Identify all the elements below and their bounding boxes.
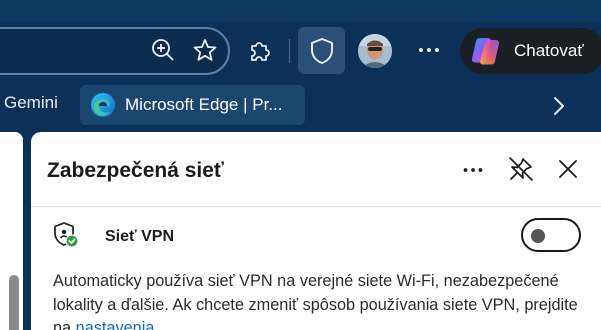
settings-link[interactable]: nastavenia — [76, 319, 155, 330]
panel-divider — [31, 206, 601, 207]
toolbar-separator — [289, 39, 290, 63]
zoom-in-icon[interactable] — [148, 35, 178, 65]
puzzle-icon[interactable] — [245, 35, 275, 65]
copilot-icon — [471, 37, 500, 65]
copilot-chat-button[interactable]: Chatovať — [460, 28, 601, 74]
chevron-right-icon[interactable] — [546, 94, 570, 118]
more-icon[interactable] — [459, 156, 487, 184]
toggle-knob — [531, 229, 545, 243]
shield-icon[interactable] — [298, 27, 345, 74]
page-content-area — [0, 132, 23, 330]
panel-title: Zabezpečená sieť — [47, 159, 224, 182]
favorite-gemini[interactable]: Gemini — [4, 93, 58, 113]
secure-network-panel: Zabezpečená sieť Sieť VPN Automaticky po… — [31, 132, 601, 330]
unpin-icon[interactable] — [506, 154, 536, 184]
chat-button-label: Chatovať — [514, 41, 584, 60]
shield-check-icon — [54, 222, 79, 248]
browser-toolbar: Chatovať — [0, 22, 601, 82]
edge-icon — [91, 93, 115, 117]
page-scrollbar[interactable] — [9, 275, 19, 330]
favorite-edge-label: Microsoft Edge | Pr... — [125, 95, 283, 114]
vpn-description-end: . — [154, 319, 159, 330]
vpn-toggle-label: Sieť VPN — [105, 228, 175, 245]
vpn-description: Automaticky používa sieť VPN na verejné … — [53, 270, 583, 330]
favorite-microsoft-edge[interactable]: Microsoft Edge | Pr... — [80, 85, 305, 125]
vpn-toggle[interactable] — [521, 218, 581, 252]
avatar[interactable] — [358, 34, 392, 68]
window-top-strip — [0, 0, 601, 22]
close-icon[interactable] — [554, 155, 582, 183]
more-icon[interactable] — [414, 35, 444, 65]
favorites-bar: Gemini Microsoft Edge | Pr... — [0, 82, 601, 128]
star-icon[interactable] — [190, 35, 220, 65]
